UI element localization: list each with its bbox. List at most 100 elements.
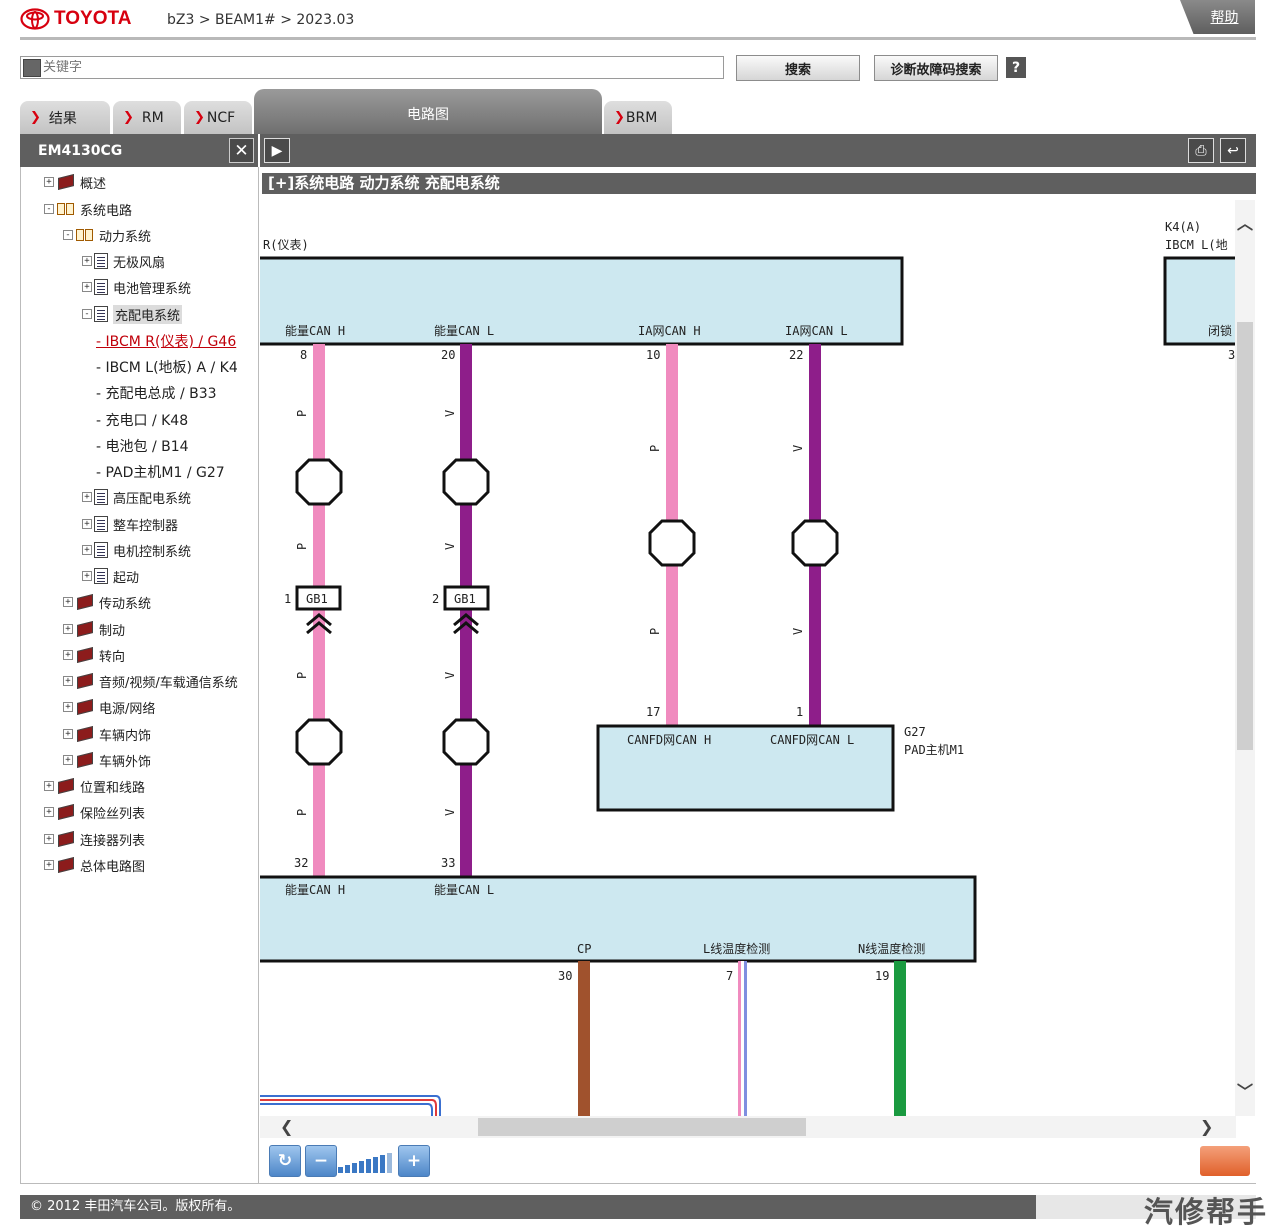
collapse-icon[interactable]: - [44,204,54,214]
tree-node-label: 电源/网络 [99,701,156,717]
tree-leaf-link[interactable]: - 充配电总成 / B33 [96,383,217,403]
book-icon [56,778,76,794]
tab-ncf[interactable]: ❯ NCF [184,101,252,134]
bottom-divider [20,1183,1256,1184]
tree-leaf-link[interactable]: - PAD主机M1 / G27 [96,462,225,482]
zoom-in-icon[interactable]: + [398,1145,430,1177]
tree-node[interactable]: + 高压配电系统 [82,487,191,507]
wire-code: V [443,672,457,679]
vertical-scroll-thumb[interactable] [1237,322,1253,750]
search-input[interactable] [43,60,703,75]
expand-icon[interactable]: + [82,519,92,529]
tree-node[interactable]: + 传动系统 [63,592,151,612]
tree-node[interactable]: + 整车控制器 [82,514,178,534]
tree-node[interactable]: + 概述 [44,172,106,192]
search-button[interactable]: 搜索 [736,55,860,81]
expand-icon[interactable]: + [44,781,54,791]
tree-node[interactable]: + 转向 [63,645,125,665]
chevron-right-icon: ❯ [30,110,41,125]
tab-wiring-diagram[interactable]: 电路图 [254,89,602,134]
g27-pin-num-1: 1 [796,705,803,719]
wire-l-temp-b [741,961,744,1116]
zoom-out-icon[interactable]: − [305,1145,337,1177]
expand-icon[interactable]: + [63,650,73,660]
left-border [20,167,21,1183]
expand-icon[interactable]: + [44,834,54,844]
tree-leaf-link[interactable]: - 充电口 / K48 [96,410,188,430]
wire-code: V [443,410,457,417]
tree-node[interactable]: + 连接器列表 [44,829,145,849]
chevron-right-icon: ❯ [123,110,134,125]
collapse-icon[interactable]: - [63,230,73,240]
expand-icon[interactable]: + [82,492,92,502]
tab-rm[interactable]: ❯ RM [113,101,181,134]
scroll-down-icon[interactable]: ﹀ [1237,1078,1253,1102]
feedback-icon[interactable] [1200,1146,1250,1176]
wiring-svg: R(仪表) K4(A) IBCM L(地 闭锁 3 能量CAN H 能量CAN … [260,220,1247,1116]
search-box[interactable] [20,56,724,79]
scroll-up-icon[interactable]: ︿ [1237,210,1253,234]
book-icon [75,594,95,610]
tree-node[interactable]: + 无极风扇 [82,251,165,271]
pin-num-33: 33 [441,856,455,870]
tree-node[interactable]: + 电源/网络 [63,697,155,717]
book-icon [56,857,76,873]
tab-results[interactable]: ❯ 结果 [20,101,110,134]
expand-icon[interactable]: + [63,729,73,739]
wiring-diagram[interactable]: R(仪表) K4(A) IBCM L(地 闭锁 3 能量CAN H 能量CAN … [260,194,1256,1116]
open-book-icon [75,227,95,243]
scroll-left-icon[interactable]: ❮ [280,1117,293,1136]
expand-icon[interactable]: + [63,676,73,686]
expand-icon[interactable]: + [82,545,92,555]
expand-icon[interactable]: + [63,755,73,765]
tree-node[interactable]: + 制动 [63,619,125,639]
tree-leaf-link[interactable]: - IBCM L(地板) A / K4 [96,357,238,377]
help-link[interactable]: 帮助 [1180,0,1255,34]
print-icon[interactable]: ⎙ [1188,138,1214,163]
tab-brm[interactable]: ❯ BRM [604,101,672,134]
tree-node[interactable]: + 车辆外饰 [63,750,151,770]
tree-node[interactable]: + 电池管理系统 [82,277,191,297]
splice-points [295,458,839,766]
k4-pin-label: 闭锁 [1208,323,1232,338]
reset-view-icon[interactable]: ↻ [269,1145,301,1177]
expand-icon[interactable]: + [44,807,54,817]
expand-icon[interactable]: + [63,702,73,712]
tree-leaf-link[interactable]: - 电池包 / B14 [96,436,189,456]
tree-node[interactable]: - 充配电系统 [82,304,183,324]
tree-node[interactable]: + 位置和线路 [44,776,145,796]
tree-node[interactable]: + 保险丝列表 [44,802,145,822]
tree-node[interactable]: + 总体电路图 [44,855,145,875]
tree-leaf-link[interactable]: - IBCM R(仪表) / G46 [96,331,236,351]
back-icon[interactable]: ↩ [1220,138,1246,163]
search-icon [23,58,41,77]
expand-icon[interactable]: + [63,624,73,634]
expand-icon[interactable]: + [82,571,92,581]
tree-node[interactable]: + 电机控制系统 [82,540,191,560]
zoom-level-indicator[interactable] [338,1152,396,1174]
expand-icon[interactable]: + [82,256,92,266]
tree-node[interactable]: + 起动 [82,566,139,586]
expand-icon[interactable]: + [44,860,54,870]
pin-num-30: 30 [558,969,572,983]
play-icon[interactable]: ▶ [264,138,290,163]
pin-num-8: 8 [300,348,307,362]
tree-node-label: 高压配电系统 [113,491,192,507]
expand-icon[interactable]: + [44,177,54,187]
pin-label-20: 能量CAN L [434,324,494,338]
document-icon [94,489,108,505]
scroll-right-icon[interactable]: ❯ [1200,1117,1213,1136]
expand-icon[interactable]: + [63,597,73,607]
tree-node[interactable]: - 系统电路 [44,199,132,219]
tree-node[interactable]: - 动力系统 [63,225,151,245]
collapse-icon[interactable]: - [82,309,92,319]
tree-node-label: 位置和线路 [80,780,146,796]
expand-icon[interactable]: + [82,282,92,292]
horizontal-scroll-thumb[interactable] [478,1118,806,1136]
tree-node[interactable]: + 音频/视频/车载通信系统 [63,671,238,691]
left-divider [258,167,259,1183]
dtc-search-button[interactable]: 诊断故障码搜索 [874,55,998,81]
close-icon[interactable]: ✕ [229,138,254,163]
tree-node[interactable]: + 车辆内饰 [63,724,151,744]
help-question-icon[interactable]: ? [1006,57,1026,78]
